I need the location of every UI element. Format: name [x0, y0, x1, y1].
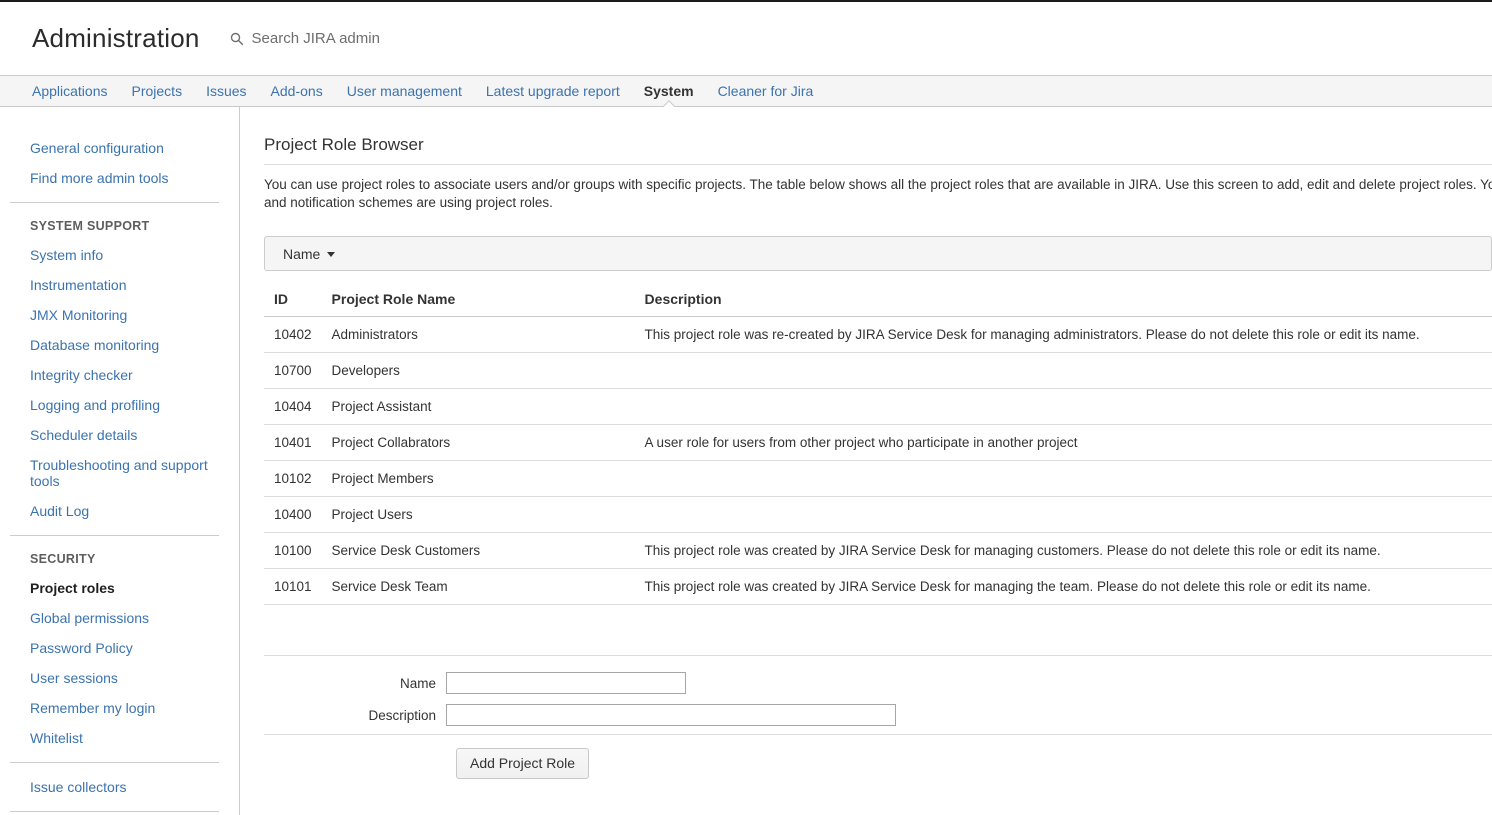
nav-tab-applications[interactable]: Applications [20, 76, 120, 106]
sidebar-heading-system-support: SYSTEM SUPPORT [30, 219, 150, 233]
intro-line-2: and notification schemes are using proje… [264, 195, 553, 210]
chevron-down-icon [327, 252, 336, 257]
sidebar-item-global-permissions[interactable]: Global permissions [0, 603, 239, 633]
sidebar-item-find-more-admin-tools[interactable]: Find more admin tools [0, 163, 239, 193]
sidebar-item-general-configuration[interactable]: General configuration [0, 133, 239, 163]
sidebar-item-logging-and-profiling[interactable]: Logging and profiling [0, 390, 239, 420]
role-id: 10402 [264, 316, 322, 353]
role-description: This project role was created by JIRA Se… [634, 532, 1492, 569]
sidebar-item-remember-my-login[interactable]: Remember my login [0, 693, 239, 723]
sidebar-item-issue-collectors[interactable]: Issue collectors [0, 772, 239, 802]
admin-sidebar: General configuration Find more admin to… [0, 107, 240, 815]
add-project-role-button[interactable]: Add Project Role [456, 748, 590, 779]
sidebar-divider [10, 762, 219, 763]
table-row: 10100 Service Desk Customers This projec… [264, 532, 1492, 569]
role-description [634, 460, 1492, 497]
role-description: This project role was re-created by JIRA… [634, 316, 1492, 353]
role-description [634, 388, 1492, 425]
table-row: 10700 Developers [264, 352, 1492, 389]
role-name: Developers [321, 352, 635, 389]
intro-text: You can use project roles to associate u… [264, 176, 1492, 212]
role-id: 10400 [264, 496, 322, 533]
sidebar-heading-security: SECURITY [30, 552, 96, 566]
nav-tab-issues[interactable]: Issues [194, 76, 258, 106]
column-header-description: Description [634, 283, 1492, 317]
form-bottom-divider [264, 734, 1492, 735]
page-title: Project Role Browser [264, 135, 424, 154]
sidebar-divider [10, 535, 219, 536]
app-title: Administration [32, 23, 200, 53]
role-name: Service Desk Team [321, 568, 635, 605]
sidebar-item-system-info[interactable]: System info [0, 240, 239, 270]
role-id: 10401 [264, 424, 322, 461]
role-name: Service Desk Customers [321, 532, 635, 569]
sidebar-item-whitelist[interactable]: Whitelist [0, 723, 239, 753]
sidebar-item-scheduler-details[interactable]: Scheduler details [0, 420, 239, 450]
sidebar-divider [10, 811, 219, 812]
nav-tab-user-management[interactable]: User management [335, 76, 474, 106]
column-header-id: ID [264, 283, 322, 317]
role-id: 10700 [264, 352, 322, 389]
sidebar-item-user-sessions[interactable]: User sessions [0, 663, 239, 693]
table-row: 10400 Project Users [264, 496, 1492, 533]
role-id: 10102 [264, 460, 322, 497]
role-name: Administrators [321, 316, 635, 353]
table-header-row: ID Project Role Name Description [264, 283, 1492, 317]
name-field[interactable] [446, 672, 686, 694]
add-project-role-form: Name Description [264, 656, 1492, 734]
project-roles-table: ID Project Role Name Description 10402 A… [264, 283, 1492, 605]
description-field-label: Description [368, 707, 436, 723]
table-row: 10404 Project Assistant [264, 388, 1492, 425]
role-description: This project role was created by JIRA Se… [634, 568, 1492, 605]
admin-navbar: Applications Projects Issues Add-ons Use… [0, 75, 1492, 113]
role-name: Project Assistant [321, 388, 635, 425]
nav-tab-add-ons[interactable]: Add-ons [259, 76, 335, 106]
role-id: 10101 [264, 568, 322, 605]
role-id: 10100 [264, 532, 322, 569]
table-row: 10402 Administrators This project role w… [264, 316, 1492, 353]
sidebar-item-integrity-checker[interactable]: Integrity checker [0, 360, 239, 390]
column-header-project-role-name: Project Role Name [321, 283, 635, 317]
nav-tab-projects[interactable]: Projects [120, 76, 195, 106]
sidebar-item-jmx-monitoring[interactable]: JMX Monitoring [0, 300, 239, 330]
role-name: Project Collabrators [321, 424, 635, 461]
name-sort-label: Name [283, 245, 321, 262]
role-id: 10404 [264, 388, 322, 425]
role-description [634, 496, 1492, 533]
search-input[interactable] [249, 29, 480, 48]
app-header: Administration [0, 2, 1492, 75]
sidebar-item-troubleshooting-and-support-tools[interactable]: Troubleshooting and support tools [0, 450, 239, 496]
sidebar-item-instrumentation[interactable]: Instrumentation [0, 270, 239, 300]
admin-search [230, 29, 480, 48]
search-icon [230, 32, 244, 46]
name-field-label: Name [399, 675, 436, 691]
description-field[interactable] [446, 704, 896, 726]
role-description: A user role for users from other project… [634, 424, 1492, 461]
nav-tab-cleaner-for-jira[interactable]: Cleaner for Jira [706, 76, 826, 106]
role-name: Project Users [321, 496, 635, 533]
nav-tab-system[interactable]: System [632, 76, 706, 113]
sidebar-item-project-roles[interactable]: Project roles [0, 573, 239, 603]
sidebar-item-database-monitoring[interactable]: Database monitoring [0, 330, 239, 360]
nav-tab-latest-upgrade-report[interactable]: Latest upgrade report [474, 76, 632, 106]
table-row: 10101 Service Desk Team This project rol… [264, 568, 1492, 605]
table-row: 10102 Project Members [264, 460, 1492, 497]
table-row: 10401 Project Collabrators A user role f… [264, 424, 1492, 461]
nav-tab-system-label: System [643, 83, 694, 99]
intro-line-1: You can use project roles to associate u… [264, 177, 1492, 192]
sidebar-item-password-policy[interactable]: Password Policy [0, 633, 239, 663]
main-content: Project Role Browser You can use project… [240, 107, 1492, 815]
role-description [634, 352, 1492, 389]
role-name: Project Members [321, 460, 635, 497]
sidebar-item-audit-log[interactable]: Audit Log [0, 496, 239, 526]
name-sort-dropdown[interactable]: Name [264, 236, 1492, 271]
sidebar-divider [10, 202, 219, 203]
